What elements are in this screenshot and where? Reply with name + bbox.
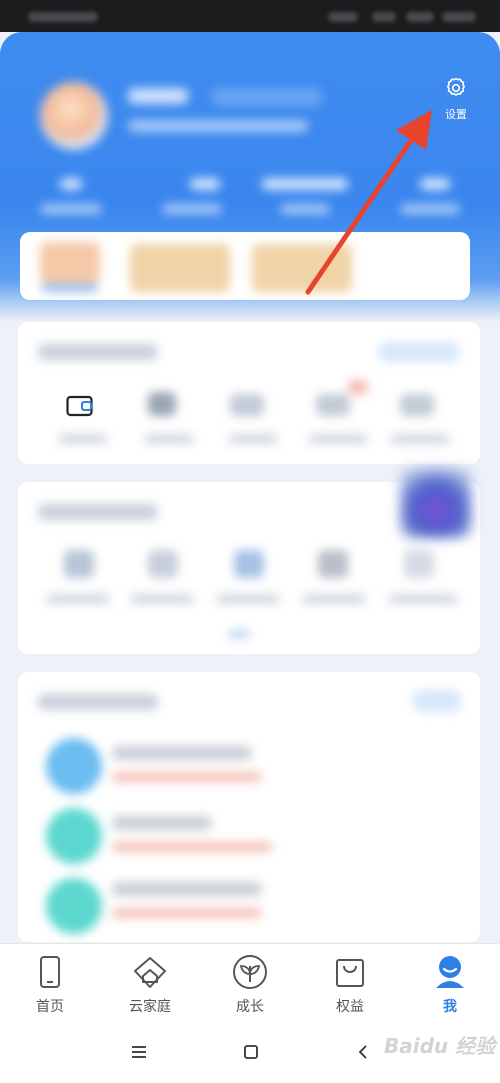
settings-label: 设置 xyxy=(445,108,467,121)
tab-me[interactable]: 我 xyxy=(400,944,500,1024)
tab-label: 首页 xyxy=(36,999,64,1015)
floating-widget[interactable] xyxy=(400,468,472,538)
my-services-card xyxy=(18,322,480,464)
promo-banner[interactable] xyxy=(20,232,470,300)
tab-benefits[interactable]: 权益 xyxy=(300,944,400,1024)
chevron-left-icon xyxy=(358,1045,367,1059)
tab-label: 云家庭 xyxy=(129,999,171,1015)
recommend-card xyxy=(18,672,480,942)
tab-home[interactable]: 首页 xyxy=(0,944,100,1024)
home-button[interactable] xyxy=(236,1037,266,1067)
menu-button[interactable] xyxy=(124,1037,154,1067)
bottom-tab-bar: 首页 云家庭 成长 权益 我 xyxy=(0,943,500,1024)
menu-icon xyxy=(132,1046,146,1058)
tab-label: 成长 xyxy=(236,999,264,1015)
sprout-icon xyxy=(233,955,267,989)
tab-cloud-family[interactable]: 云家庭 xyxy=(100,944,200,1024)
avatar[interactable] xyxy=(40,82,108,150)
tab-label: 我 xyxy=(443,999,457,1015)
bag-icon xyxy=(336,959,364,987)
square-icon xyxy=(244,1045,258,1059)
status-bar xyxy=(0,0,500,32)
wallet-icon[interactable] xyxy=(66,394,94,418)
gear-icon xyxy=(447,77,465,96)
watermark: Baidu 经验 xyxy=(384,1034,496,1058)
settings-button[interactable]: 设置 xyxy=(436,76,476,124)
back-button[interactable] xyxy=(348,1037,378,1067)
phone-icon xyxy=(40,956,60,988)
home-heart-icon xyxy=(134,957,166,988)
tab-growth[interactable]: 成长 xyxy=(200,944,300,1024)
tab-label: 权益 xyxy=(336,999,364,1015)
person-icon xyxy=(436,956,464,988)
